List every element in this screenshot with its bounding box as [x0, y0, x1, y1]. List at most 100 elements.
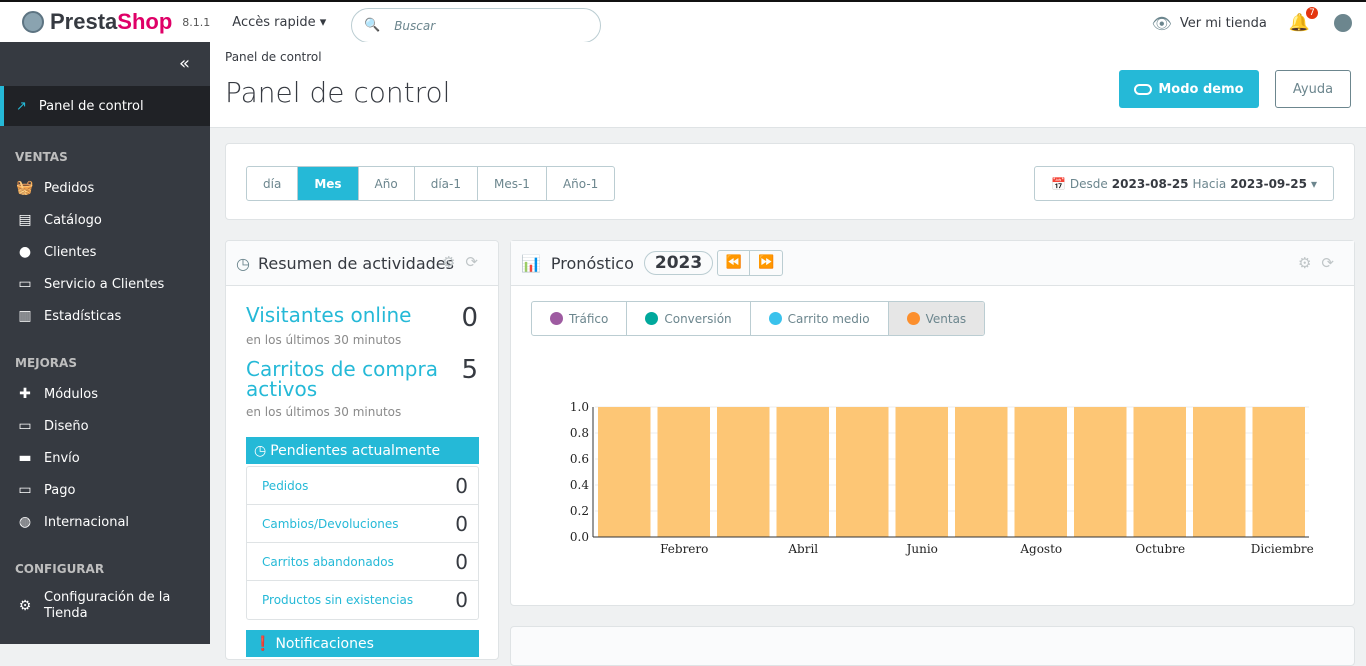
bar-Diciembre — [1252, 407, 1305, 537]
demo-label: Modo demo — [1158, 81, 1244, 97]
bar-Noviembre — [1193, 407, 1246, 537]
pending-link[interactable]: Carritos abandonados — [262, 555, 394, 569]
gear-icon: ⚙ — [18, 598, 32, 614]
help-button[interactable]: Ayuda — [1275, 70, 1351, 108]
pending-link[interactable]: Productos sin existencias — [262, 593, 413, 607]
bar-Junio — [895, 407, 948, 537]
activity-title: Resumen de actividades — [257, 253, 454, 273]
bar-Agosto — [1014, 407, 1067, 537]
bar-Mayo — [836, 407, 889, 537]
pending-row: Productos sin existencias 0 — [247, 581, 478, 619]
card-icon: ▭ — [18, 482, 32, 498]
y-tick-label: 1.0 — [570, 400, 589, 414]
pending-list: Pedidos 0 Cambios/Devoluciones 0 Carritos ab… — [246, 466, 479, 620]
visitors-online-link[interactable]: Visitantes online — [246, 305, 411, 325]
period-button[interactable]: Mes — [298, 167, 359, 200]
sidebar-item-dashboard[interactable]: ↗ Panel de control — [0, 86, 210, 126]
search-icon: 🔍 — [364, 18, 381, 33]
activity-header: ◷ Resumen de actividades ⚙⟳ — [226, 241, 498, 286]
sidebar-item[interactable]: ▬ Envío — [0, 442, 210, 474]
pending-row: Pedidos 0 — [247, 467, 478, 505]
bar-Febrero — [657, 407, 710, 537]
sidebar-item-label: Configuración de la Tienda — [44, 590, 171, 621]
eye-icon: 👁 — [1151, 13, 1172, 33]
x-tick-label: Abril — [787, 542, 818, 556]
user-avatar-icon[interactable] — [1334, 14, 1352, 32]
refresh-icon[interactable]: ⟳ — [465, 253, 488, 271]
period-filter-card: día Mes Año día-1 Mes-1 Año-1 📅 Desde 2023-08-2… — [225, 143, 1355, 220]
x-tick-label: Febrero — [660, 542, 708, 556]
sidebar-item[interactable]: ✚ Módulos — [0, 378, 210, 410]
pending-count: 0 — [455, 511, 468, 536]
store-icon: ▤ — [18, 212, 32, 228]
sidebar-item[interactable]: ▭ Diseño — [0, 410, 210, 442]
x-tick-label: Octubre — [1135, 542, 1185, 556]
pending-count: 0 — [455, 588, 468, 612]
forecast-chart: 0.0 0.2 0.4 0.6 0.8 1.0 Febrero Abril Junio Agost… — [570, 400, 1314, 556]
date-range-picker[interactable]: 📅 Desde 2023-08-25 Hacia 2023-09-25 ▾ — [1033, 166, 1334, 201]
sidebar-item[interactable]: ● Clientes — [0, 236, 210, 268]
previous-year-button[interactable]: ⏪ — [718, 251, 751, 275]
quick-access-dropdown[interactable]: Accès rapide ▾ — [232, 15, 326, 30]
refresh-icon[interactable]: ⟳ — [1321, 254, 1344, 272]
x-tick-label: Agosto — [1019, 542, 1062, 556]
prestashop-logo[interactable]: PrestaShop — [22, 9, 172, 35]
notification-badge: 7 — [1306, 7, 1318, 19]
y-tick-label: 0.2 — [570, 504, 589, 518]
pending-title: Pendientes actualmente — [270, 442, 441, 459]
chat-icon: ▭ — [18, 276, 32, 292]
search-input[interactable]: 🔍 Buscar — [351, 8, 601, 43]
version: 8.1.1 — [182, 15, 211, 29]
sidebar-item[interactable]: ▤ Catálogo — [0, 204, 210, 236]
truck-icon: ▬ — [18, 450, 32, 466]
view-shop-label: Ver mi tienda — [1179, 15, 1267, 31]
chart-icon: ▥ — [18, 308, 32, 324]
bar-Septiembre — [1074, 407, 1127, 537]
from-date: 2023-08-25 — [1111, 176, 1189, 191]
period-button[interactable]: Mes-1 — [478, 167, 547, 200]
sidebar-item[interactable]: ◍ Internacional — [0, 506, 210, 538]
view-shop-link[interactable]: 👁 Ver mi tienda — [1152, 14, 1267, 33]
to-label: Hacia — [1192, 176, 1227, 191]
activity-card: ◷ Resumen de actividades ⚙⟳ Visitantes onl… — [225, 240, 499, 660]
page-header: Panel de control Panel de control Modo d… — [210, 42, 1366, 128]
calendar-icon: 📅 — [1050, 176, 1066, 191]
gear-icon[interactable]: ⚙ — [442, 253, 465, 271]
sidebar-item-label: Internacional — [44, 514, 130, 530]
sidebar-item-label: Panel de control — [38, 98, 144, 114]
sidebar-item[interactable]: 🧺 Pedidos — [0, 172, 210, 204]
notifications-button[interactable]: 🔔 7 — [1289, 7, 1318, 33]
pending-count: 0 — [455, 473, 468, 498]
sidebar-item-label: Módulos — [44, 386, 98, 402]
y-tick-label: 0.0 — [570, 530, 589, 544]
gear-icon[interactable]: ⚙ — [1298, 254, 1321, 272]
sidebar-item-label: Pedidos — [44, 180, 95, 196]
basket-icon: 🧺 — [16, 180, 34, 196]
active-carts-link[interactable]: Carritos de compra activos — [246, 359, 446, 399]
sidebar-section-title: MEJORAS — [15, 356, 77, 370]
period-button[interactable]: Año — [359, 167, 415, 200]
visitors-count: 0 — [461, 303, 478, 333]
sidebar-item[interactable]: ▭ Servicio a Clientes — [0, 268, 210, 300]
to-date: 2023-09-25 — [1230, 176, 1307, 191]
sidebar-section-title: VENTAS — [15, 150, 68, 164]
collapse-sidebar-icon[interactable]: « — [0, 42, 210, 86]
next-year-button[interactable]: ⏩ — [750, 251, 782, 275]
period-button[interactable]: día-1 — [415, 167, 478, 200]
demo-mode-button[interactable]: Modo demo — [1119, 70, 1259, 108]
sidebar-item[interactable]: ⚙ Configuración de la Tienda — [0, 584, 210, 628]
x-tick-label: Diciembre — [1251, 542, 1314, 556]
pending-link[interactable]: Cambios/Devoluciones — [262, 517, 399, 531]
sidebar-item[interactable]: ▭ Pago — [0, 474, 210, 506]
pending-link[interactable]: Pedidos — [262, 479, 308, 493]
bar-Abril — [776, 407, 829, 537]
year-badge: 2023 — [643, 251, 714, 275]
sidebar-item[interactable]: ▥ Estadísticas — [0, 300, 210, 332]
user-icon: ● — [18, 244, 32, 260]
sidebar-item-label: Envío — [44, 450, 80, 466]
clock-icon: ◷ — [236, 253, 250, 273]
period-button[interactable]: día — [247, 167, 299, 200]
breadcrumb[interactable]: Panel de control — [225, 50, 322, 64]
globe-icon: ◍ — [18, 514, 32, 530]
period-button[interactable]: Año-1 — [547, 167, 614, 200]
